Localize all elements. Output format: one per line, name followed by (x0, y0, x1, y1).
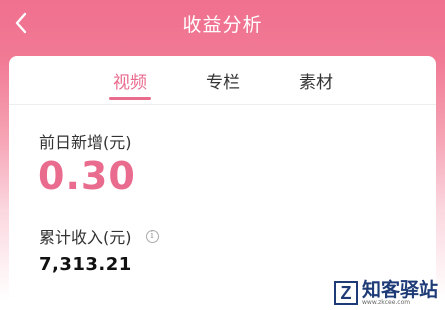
total-earnings-value: 7,313.21 (39, 254, 132, 275)
chevron-left-icon (15, 12, 27, 34)
total-earnings-row: 累计收入(元) i (39, 224, 159, 248)
page-title: 收益分析 (182, 13, 263, 36)
tab-column[interactable]: 专栏 (206, 68, 240, 93)
tab-bar: 视频 专栏 素材 (9, 56, 436, 105)
yesterday-earnings-label: 前日新增(元) (39, 133, 132, 152)
watermark-text-block: 知客驿站 www.zkcee.com (362, 280, 438, 306)
watermark-text: 知客驿站 (362, 279, 439, 301)
total-earnings-label: 累计收入(元) (39, 228, 132, 247)
app-header: 收益分析 (0, 0, 445, 46)
back-button[interactable] (8, 9, 34, 37)
active-tab-indicator (109, 97, 151, 100)
watermark: Z 知客驿站 www.zkcee.com (334, 280, 438, 306)
yesterday-earnings-value: 0.30 (38, 154, 136, 198)
earnings-card: 视频 专栏 素材 前日新增(元) 0.30 累计收入(元) i 7,313.21 (9, 56, 436, 300)
watermark-url: www.zkcee.com (362, 299, 411, 306)
tab-video[interactable]: 视频 (113, 68, 147, 93)
info-icon[interactable]: i (145, 229, 159, 243)
watermark-logo-icon: Z (334, 281, 358, 305)
tab-material[interactable]: 素材 (299, 68, 333, 93)
